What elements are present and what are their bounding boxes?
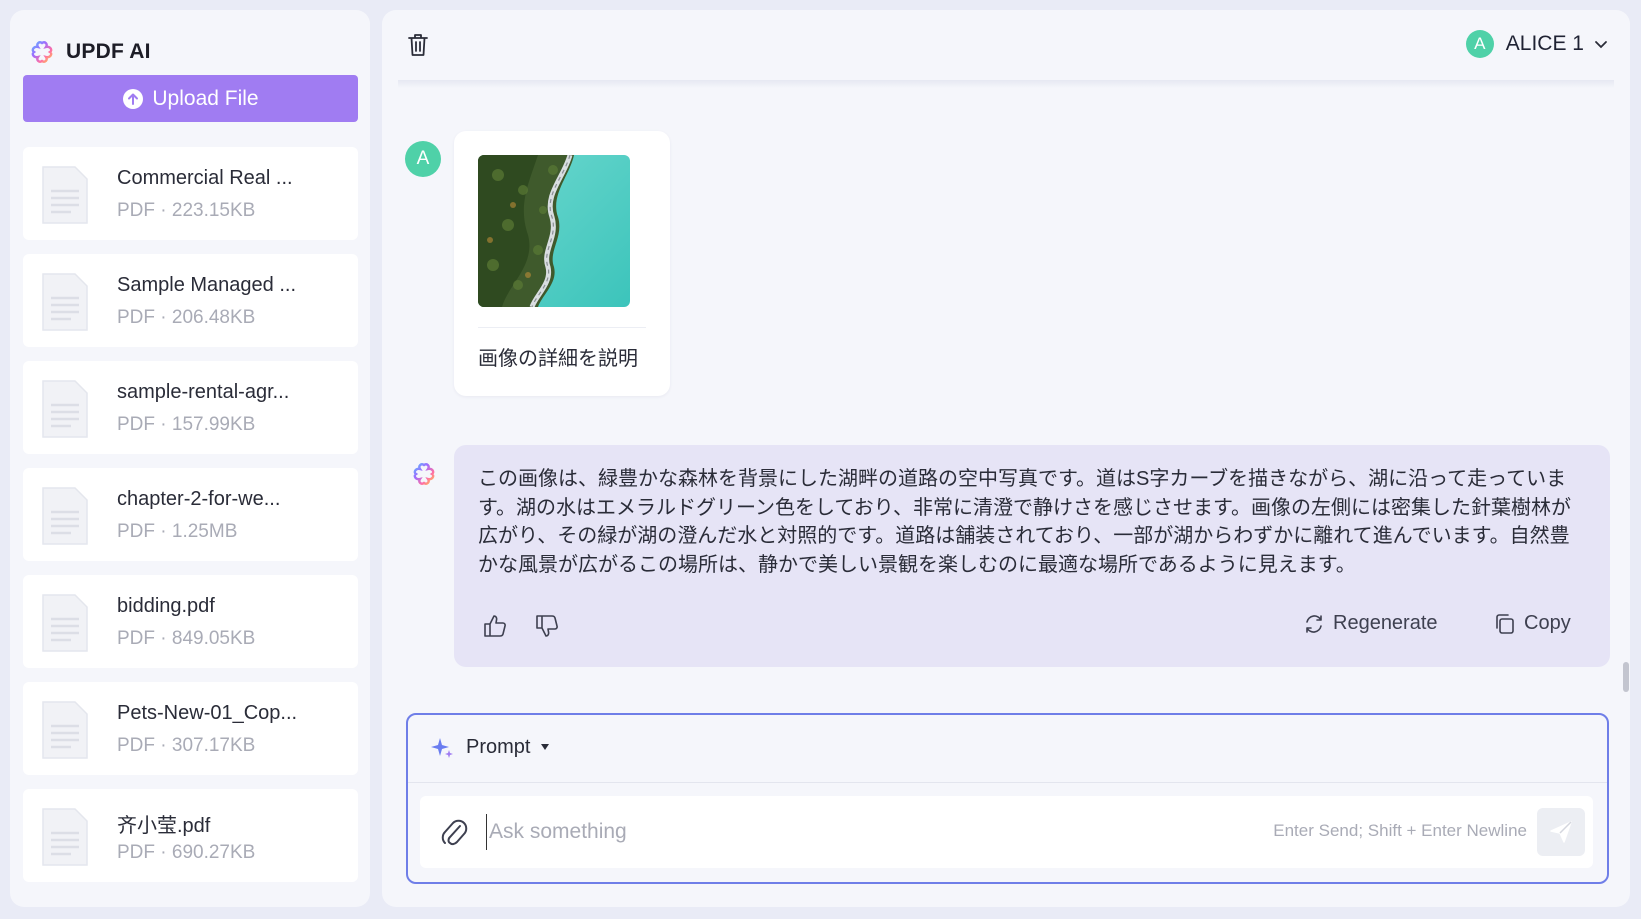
file-item[interactable]: Sample Managed ... PDF · 206.48KB bbox=[23, 254, 358, 347]
trash-icon[interactable] bbox=[406, 32, 430, 58]
composer: Prompt Enter Send; Shift + Enter Newline bbox=[406, 713, 1609, 884]
user-menu[interactable]: A ALICE 1 bbox=[1465, 30, 1608, 58]
file-meta: PDF · 157.99KB bbox=[117, 414, 256, 435]
copy-icon bbox=[1496, 613, 1514, 634]
refresh-icon bbox=[1306, 614, 1322, 633]
updf-logo-icon bbox=[31, 41, 53, 63]
file-name: bidding.pdf bbox=[117, 595, 215, 617]
user-name: ALICE 1 bbox=[1505, 32, 1584, 55]
copy-label: Copy bbox=[1524, 612, 1571, 634]
send-hint: Enter Send; Shift + Enter Newline bbox=[1273, 821, 1527, 840]
sparkle-icon bbox=[431, 738, 453, 758]
regenerate-label: Regenerate bbox=[1333, 612, 1438, 634]
chat-header: A ALICE 1 bbox=[382, 10, 1630, 80]
user-message-avatar: A bbox=[405, 141, 441, 177]
file-name: Sample Managed ... bbox=[117, 274, 296, 296]
message-divider bbox=[478, 327, 646, 328]
file-name: Commercial Real ... bbox=[117, 167, 293, 189]
input-area: Enter Send; Shift + Enter Newline bbox=[420, 796, 1593, 868]
copy-button[interactable]: Copy bbox=[1494, 612, 1571, 635]
file-item[interactable]: bidding.pdf PDF · 849.05KB bbox=[23, 575, 358, 668]
file-meta: PDF · 1.25MB bbox=[117, 521, 238, 542]
file-list: Commercial Real ... PDF · 223.15KB Sampl… bbox=[23, 147, 358, 883]
prompt-dropdown[interactable]: Prompt bbox=[430, 735, 550, 759]
upload-file-button[interactable]: Upload File bbox=[23, 75, 358, 122]
file-meta: PDF · 690.27KB bbox=[117, 842, 256, 863]
chevron-down-icon bbox=[1595, 41, 1607, 49]
forest-lake-image bbox=[478, 155, 630, 307]
upload-file-label: Upload File bbox=[152, 86, 259, 110]
file-item[interactable]: chapter-2-for-we... PDF · 1.25MB bbox=[23, 468, 358, 561]
document-icon bbox=[42, 166, 88, 224]
brand: UPDF AI bbox=[30, 40, 151, 64]
send-button[interactable] bbox=[1537, 808, 1585, 856]
composer-divider bbox=[408, 782, 1607, 783]
file-item[interactable]: 齐小莹.pdf PDF · 690.27KB bbox=[23, 789, 358, 882]
ai-answer-text: この画像は、緑豊かな森林を背景にした湖畔の道路の空中写真です。道はS字カーブを描… bbox=[478, 468, 1571, 576]
file-name: chapter-2-for-we... bbox=[117, 488, 281, 510]
chat-panel: A ALICE 1 A 画像の詳細を説明 この画像は、緑豊かな森林を背景にした湖… bbox=[382, 10, 1630, 907]
header-divider bbox=[398, 80, 1614, 88]
document-icon bbox=[42, 701, 88, 759]
file-meta: PDF · 849.05KB bbox=[117, 628, 256, 649]
document-icon bbox=[42, 808, 88, 866]
send-icon bbox=[1550, 821, 1572, 843]
document-icon bbox=[42, 380, 88, 438]
document-icon bbox=[42, 273, 88, 331]
file-item[interactable]: sample-rental-agr... PDF · 157.99KB bbox=[23, 361, 358, 454]
prompt-label: Prompt bbox=[466, 735, 531, 758]
file-item[interactable]: Commercial Real ... PDF · 223.15KB bbox=[23, 147, 358, 240]
thumbs-down-icon[interactable] bbox=[534, 613, 560, 639]
sidebar: UPDF AI Upload File Commercial Real ... … bbox=[10, 10, 370, 907]
scrollbar[interactable] bbox=[1623, 662, 1629, 692]
ai-assistant-icon bbox=[413, 463, 435, 485]
paperclip-icon[interactable] bbox=[440, 816, 468, 848]
file-name: 齐小莹.pdf bbox=[117, 815, 211, 837]
caret-down-icon bbox=[541, 744, 550, 750]
user-message: 画像の詳細を説明 bbox=[454, 131, 670, 396]
app-name: UPDF AI bbox=[66, 40, 151, 63]
file-meta: PDF · 206.48KB bbox=[117, 307, 256, 328]
ai-message: この画像は、緑豊かな森林を背景にした湖畔の道路の空中写真です。道はS字カーブを描… bbox=[454, 445, 1610, 667]
upload-arrow-icon bbox=[123, 88, 144, 109]
document-icon bbox=[42, 487, 88, 545]
thumbs-up-icon[interactable] bbox=[482, 613, 508, 639]
file-name: sample-rental-agr... bbox=[117, 381, 290, 403]
file-name: Pets-New-01_Cop... bbox=[117, 702, 298, 724]
attached-image[interactable] bbox=[478, 155, 630, 307]
document-icon bbox=[42, 594, 88, 652]
file-meta: PDF · 223.15KB bbox=[117, 200, 256, 221]
regenerate-button[interactable]: Regenerate bbox=[1303, 612, 1438, 635]
avatar: A bbox=[1465, 30, 1494, 58]
file-item[interactable]: Pets-New-01_Cop... PDF · 307.17KB bbox=[23, 682, 358, 775]
file-meta: PDF · 307.17KB bbox=[117, 735, 256, 756]
user-question: 画像の詳細を説明 bbox=[478, 348, 638, 370]
ask-input[interactable] bbox=[486, 814, 1186, 850]
